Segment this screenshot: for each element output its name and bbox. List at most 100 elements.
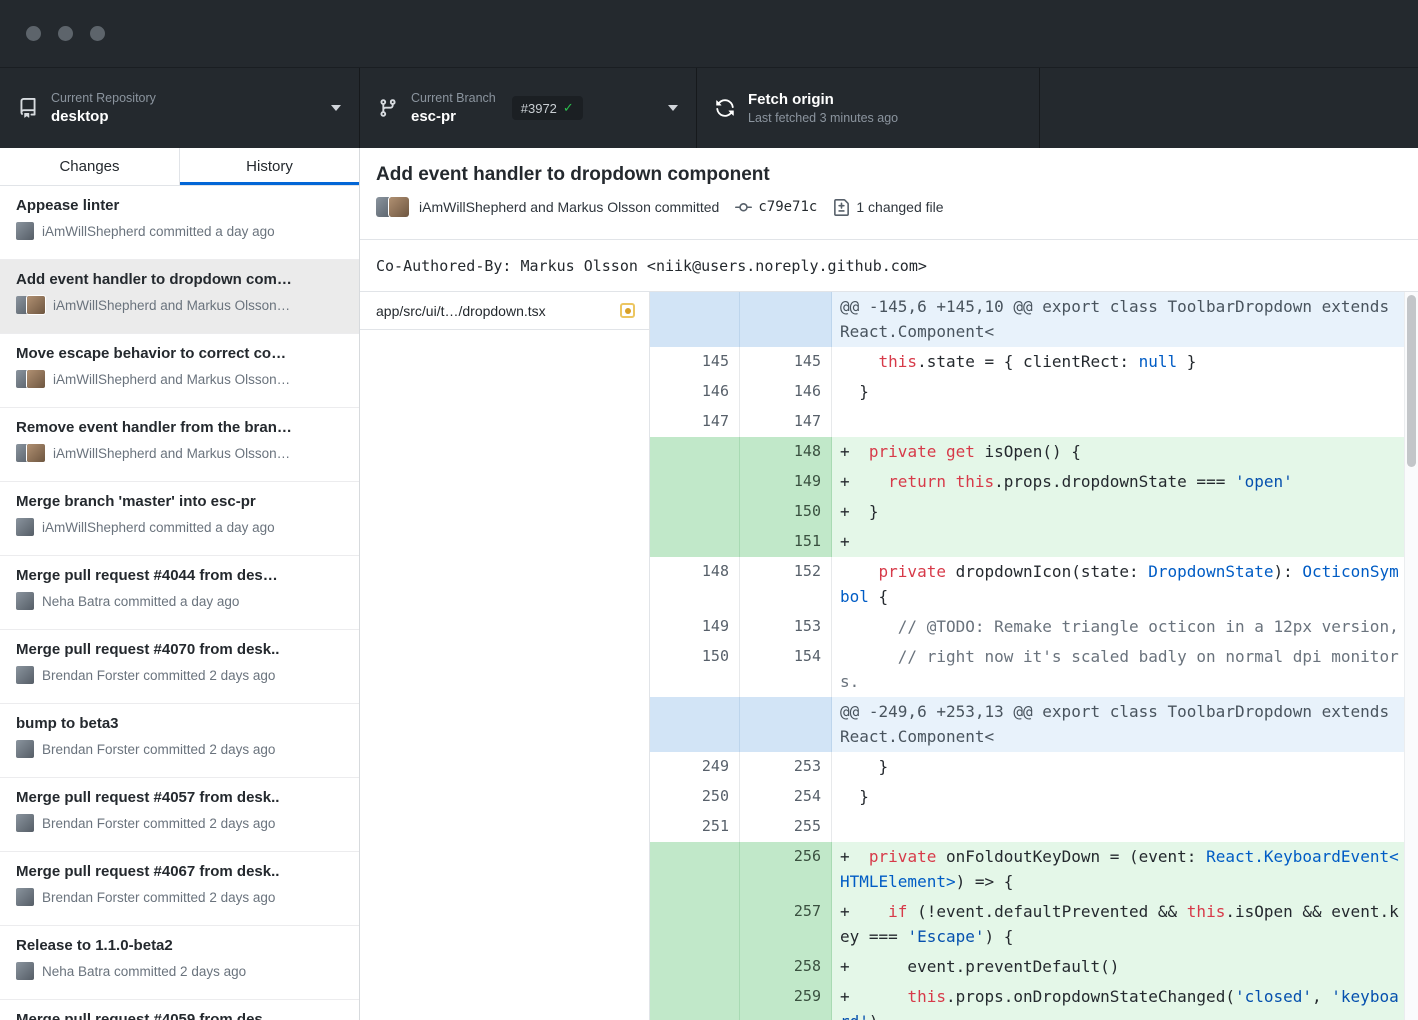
branch-label: Current Branch [411, 91, 496, 105]
fetch-origin-button[interactable]: Fetch origin Last fetched 3 minutes ago [697, 68, 1040, 148]
old-line-number [650, 467, 740, 497]
zoom-button[interactable] [90, 26, 105, 41]
new-line-number: 146 [740, 377, 832, 407]
author-avatars [16, 888, 34, 906]
author-avatars [16, 370, 45, 388]
old-line-number: 146 [650, 377, 740, 407]
old-line-number: 150 [650, 642, 740, 697]
avatar [16, 888, 34, 906]
new-line-number: 150 [740, 497, 832, 527]
pr-badge: #3972 ✓ [512, 96, 583, 120]
code-token: get [946, 442, 975, 461]
new-line-number: 154 [740, 642, 832, 697]
commit-meta: iAmWillShepherd and Markus Olsson… [16, 444, 343, 462]
new-line-number: 145 [740, 347, 832, 377]
commit-list-item[interactable]: Merge pull request #4044 from des…Neha B… [0, 556, 359, 630]
old-line-number: 148 [650, 557, 740, 612]
file-path: app/src/ui/t…/dropdown.tsx [376, 303, 620, 319]
tab-history[interactable]: History [179, 148, 359, 185]
code-token: onFoldoutKeyDown = (event: [936, 847, 1206, 866]
minimize-button[interactable] [58, 26, 73, 41]
code-token: if [888, 902, 907, 921]
commit-list-item[interactable]: Appease linteriAmWillShepherd committed … [0, 186, 359, 260]
main-pane: Add event handler to dropdown component … [360, 148, 1418, 1020]
old-line-number [650, 292, 740, 347]
diff-line-row: 251255 [650, 812, 1404, 842]
code-line: this.state = { clientRect: null } [832, 347, 1404, 377]
code-line [832, 812, 1404, 842]
commit-meta: Neha Batra committed a day ago [16, 592, 343, 610]
diff-line-row: 149153 // @TODO: Remake triangle octicon… [650, 612, 1404, 642]
code-line: + private onFoldoutKeyDown = (event: Rea… [832, 842, 1404, 897]
changed-files-count: 1 changed file [856, 199, 943, 215]
commit-title: Add event handler to dropdown com… [16, 271, 343, 288]
code-token: + event.preventDefault() [840, 957, 1119, 976]
commit-title: bump to beta3 [16, 715, 343, 732]
commit-list-item[interactable]: Merge pull request #4067 from desk..Bren… [0, 852, 359, 926]
new-line-number: 256 [740, 842, 832, 897]
author-avatars [16, 444, 45, 462]
code-token: this [879, 352, 918, 371]
repository-selector[interactable]: Current Repository desktop [0, 68, 360, 148]
commit-list: Appease linteriAmWillShepherd committed … [0, 186, 359, 1020]
commit-list-item[interactable]: Merge branch 'master' into esc-priAmWill… [0, 482, 359, 556]
commit-header: Add event handler to dropdown component … [360, 148, 1418, 240]
commit-list-item[interactable]: Move escape behavior to correct co…iAmWi… [0, 334, 359, 408]
code-token: ): [1274, 562, 1303, 581]
avatar [16, 518, 34, 536]
commit-list-item[interactable]: Merge pull request #4057 from desk..Bren… [0, 778, 359, 852]
code-token [840, 352, 879, 371]
fetch-status: Last fetched 3 minutes ago [748, 111, 898, 125]
commit-list-item[interactable]: bump to beta3 Brendan Forster committed 2… [0, 704, 359, 778]
diff-line-row: 149+ return this.props.dropdownState ===… [650, 467, 1404, 497]
code-token: (!event.defaultPrevented && [907, 902, 1186, 921]
author-avatars [16, 962, 34, 980]
code-token: 'Escape' [907, 927, 984, 946]
code-token: } [840, 382, 869, 401]
commit-description: Co-Authored-By: Markus Olsson <niik@user… [360, 240, 1418, 292]
new-line-number: 149 [740, 467, 832, 497]
scrollbar-thumb[interactable] [1407, 295, 1416, 467]
author-avatars [16, 222, 34, 240]
tab-changes[interactable]: Changes [0, 148, 179, 185]
old-line-number [650, 842, 740, 897]
code-token: 'open' [1235, 472, 1293, 491]
commit-list-item[interactable]: Release to 1.1.0-beta2Neha Batra committ… [0, 926, 359, 1000]
commit-list-item[interactable]: Merge pull request #4070 from desk..Bren… [0, 630, 359, 704]
code-token: @@ -145,6 +145,10 @@ export class Toolba… [840, 297, 1399, 341]
sidebar-tabs: Changes History [0, 148, 359, 186]
code-line: + private get isOpen() { [832, 437, 1404, 467]
code-token: ) => { [956, 872, 1014, 891]
repository-label: Current Repository [51, 91, 156, 105]
old-line-number [650, 952, 740, 982]
titlebar [0, 0, 1418, 68]
toolbar-spacer [1040, 68, 1418, 148]
old-line-number [650, 527, 740, 557]
code-line: + } [832, 497, 1404, 527]
code-token: this [1187, 902, 1226, 921]
branch-selector[interactable]: Current Branch esc-pr #3972 ✓ [360, 68, 697, 148]
commit-list-item[interactable]: Merge pull request #4059 from des… [0, 1000, 359, 1020]
commit-meta: iAmWillShepherd committed a day ago [16, 518, 343, 536]
diff-view: @@ -145,6 +145,10 @@ export class Toolba… [650, 292, 1418, 1020]
sidebar: Changes History Appease linteriAmWillShe… [0, 148, 360, 1020]
code-token [946, 472, 956, 491]
commit-meta: Brendan Forster committed 2 days ago [16, 740, 343, 758]
code-line: } [832, 752, 1404, 782]
code-token: + [840, 532, 850, 551]
close-button[interactable] [26, 26, 41, 41]
file-list-item[interactable]: app/src/ui/t…/dropdown.tsx [360, 292, 649, 330]
diff-line-row: 147147 [650, 407, 1404, 437]
new-line-number: 148 [740, 437, 832, 467]
avatar [27, 370, 45, 388]
code-token: .props.onDropdownStateChanged( [946, 987, 1235, 1006]
commit-title: Move escape behavior to correct co… [16, 345, 343, 362]
diff-line-row: 258+ event.preventDefault() [650, 952, 1404, 982]
commit-list-item[interactable]: Add event handler to dropdown com…iAmWil… [0, 260, 359, 334]
code-line: // right now it's scaled badly on normal… [832, 642, 1404, 697]
code-token: } [840, 757, 888, 776]
new-line-number [740, 292, 832, 347]
commit-list-item[interactable]: Remove event handler from the bran…iAmWi… [0, 408, 359, 482]
diff-line-row: 145145 this.state = { clientRect: null } [650, 347, 1404, 377]
code-token: // @TODO: Remake triangle octicon in a 1… [840, 617, 1399, 636]
